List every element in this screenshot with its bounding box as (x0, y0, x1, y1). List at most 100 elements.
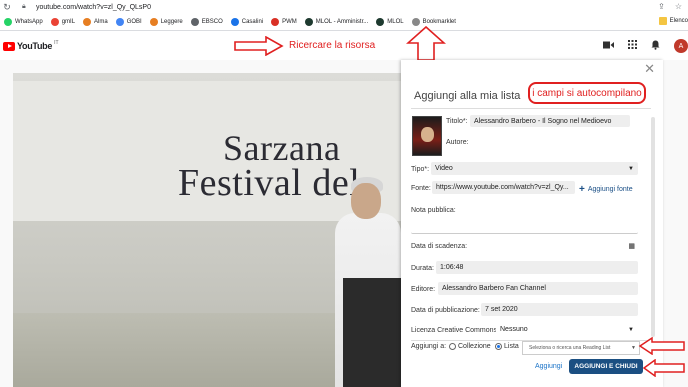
folder-icon (658, 17, 667, 25)
titolo-label: Titolo*: (446, 118, 468, 125)
casalini-icon (230, 18, 239, 26)
bookmark-item[interactable]: MLOL (376, 18, 404, 26)
aggiungi-e-chiudi-button[interactable]: AGGIUNGI E CHIUDI (569, 359, 643, 374)
lista-label: Lista (504, 343, 519, 350)
bookmark-label: Casalini (241, 19, 264, 25)
youtube-region: IT (54, 40, 59, 46)
bookmark-item[interactable]: Bookmarklet (411, 18, 456, 26)
gmail-icon (50, 18, 59, 26)
aggiungi-button[interactable]: Aggiungi (535, 363, 562, 370)
calendar-icon[interactable]: ▦ (628, 242, 635, 250)
bookmark-item[interactable]: Alma (83, 18, 108, 26)
collezione-radio[interactable] (449, 343, 456, 350)
pubblicazione-label: Data di pubblicazione: (411, 307, 480, 314)
chevron-down-icon: ▼ (631, 345, 636, 351)
other-bookmarks[interactable]: Elenco (658, 17, 688, 25)
panel-scrollbar[interactable] (651, 117, 655, 337)
bookmark-item[interactable]: Leggere (149, 18, 183, 26)
add-to-list-panel: ✕ Aggiungi alla mia lista Titolo*: Aless… (401, 60, 663, 387)
video-banner: Sarzana Festival del (13, 81, 401, 221)
aggiungi-a-label: Aggiungi a: (411, 343, 447, 350)
bookmark-label: PWM (282, 19, 297, 25)
lista-radio[interactable] (495, 343, 502, 350)
titolo-field[interactable]: Alessandro Barbero - Il Sogno nel Medioe… (470, 115, 630, 127)
bookmark-label: GOBI (126, 19, 142, 25)
lock-icon[interactable]: 🔒︎ (22, 3, 32, 11)
fonte-field[interactable]: https://www.youtube.com/watch?v=zl_Qy... (432, 181, 575, 194)
address-bar-actions: ⇪ ☆ (658, 2, 682, 11)
autore-field[interactable] (470, 136, 630, 148)
bookmark-label: MLOL (387, 19, 404, 25)
bookmark-label: Alma (94, 19, 108, 25)
tipo-label: Tipo*: (411, 166, 430, 173)
star-icon[interactable]: ☆ (675, 2, 682, 11)
youtube-logo[interactable]: YouTube IT (3, 40, 59, 51)
leggere-icon (149, 18, 158, 26)
bookmark-label: EBSCO (201, 19, 223, 25)
bookmark-label: MLOL - Amministr... (315, 19, 369, 25)
pwm-icon (271, 18, 280, 26)
annotation-arrow-left-icon (642, 359, 685, 377)
autofill-callout: i campi si autocompilano (528, 82, 646, 104)
ebsco-icon (190, 18, 199, 26)
bookmark-item[interactable]: Casalini (230, 18, 264, 26)
bookmark-item[interactable]: EBSCO (190, 18, 223, 26)
plus-icon: + (579, 184, 585, 195)
reading-list-select[interactable]: Seleziona o ricerca una Reading List ▼ (522, 341, 640, 355)
lectern (343, 278, 401, 387)
youtube-wordmark: YouTube (17, 41, 53, 51)
close-icon[interactable]: ✕ (644, 61, 655, 77)
bookmark-item[interactable]: WhatsApp (4, 18, 43, 26)
licenza-select[interactable]: Nessuno ▼ (496, 323, 638, 336)
bookmarklet-icon (411, 18, 420, 26)
browser-address-bar: ↻ 🔒︎ youtube.com/watch?v=zl_Qy_QLsP0 ⇪ ☆ (0, 0, 688, 14)
speaker-head (351, 183, 381, 219)
bookmark-item[interactable]: MLOL - Amministr... (304, 18, 369, 26)
licenza-label: Licenza Creative Commons: (411, 327, 499, 334)
mlol-icon (376, 18, 385, 26)
tipo-value: Video (435, 165, 453, 172)
bookmark-item[interactable]: PWM (271, 18, 297, 26)
share-icon[interactable]: ⇪ (658, 2, 665, 11)
bookmark-item[interactable]: gmIL (50, 18, 76, 26)
video-player[interactable]: Sarzana Festival del (13, 73, 401, 387)
add-source-button[interactable]: + Aggiungi fonte (579, 184, 633, 195)
durata-field[interactable]: 1:06:48 (436, 261, 638, 274)
youtube-play-icon (3, 41, 15, 51)
notifications-bell-icon[interactable] (651, 40, 660, 53)
editore-label: Editore: (411, 286, 436, 293)
mlol-icon (304, 18, 313, 26)
bookmark-label: Bookmarklet (422, 19, 456, 25)
pubblicazione-field[interactable]: 7 set 2020 (481, 303, 638, 316)
banner-text-line2: Festival del (178, 162, 361, 204)
scadenza-label: Data di scadenza: (411, 243, 468, 250)
thumbnail-face (421, 127, 434, 142)
nota-label: Nota pubblica: (411, 207, 456, 214)
avatar[interactable]: A (674, 39, 688, 53)
search-hint-annotation: Ricercare la risorsa (289, 40, 376, 51)
autore-label: Autore: (446, 139, 469, 146)
scadenza-field[interactable]: ▦ (481, 239, 638, 252)
annotation-arrow-up-icon (406, 26, 446, 61)
editore-field[interactable]: Alessandro Barbero Fan Channel (438, 282, 638, 295)
annotation-arrow-right-icon (234, 36, 284, 56)
collezione-label: Collezione (458, 343, 491, 350)
video-thumbnail (412, 116, 442, 156)
add-source-label: Aggiungi fonte (587, 186, 633, 193)
apps-grid-icon[interactable] (628, 40, 637, 52)
reload-icon[interactable]: ↻ (0, 2, 14, 13)
chevron-down-icon: ▼ (628, 326, 634, 333)
create-video-icon[interactable] (603, 41, 614, 52)
youtube-header-actions: A (603, 39, 688, 53)
bookmark-label: gmIL (61, 19, 76, 25)
licenza-value: Nessuno (500, 326, 528, 333)
gobi-icon (115, 18, 124, 26)
bookmark-label: WhatsApp (15, 19, 43, 25)
url-text[interactable]: youtube.com/watch?v=zl_Qy_QLsP0 (36, 4, 151, 11)
panel-title: Aggiungi alla mia lista (414, 90, 521, 102)
tipo-select[interactable]: Video ▼ (431, 162, 638, 175)
durata-label: Durata: (411, 265, 434, 272)
nota-textarea[interactable] (411, 216, 638, 234)
bookmark-item[interactable]: GOBI (115, 18, 142, 26)
alma-icon (83, 18, 92, 26)
